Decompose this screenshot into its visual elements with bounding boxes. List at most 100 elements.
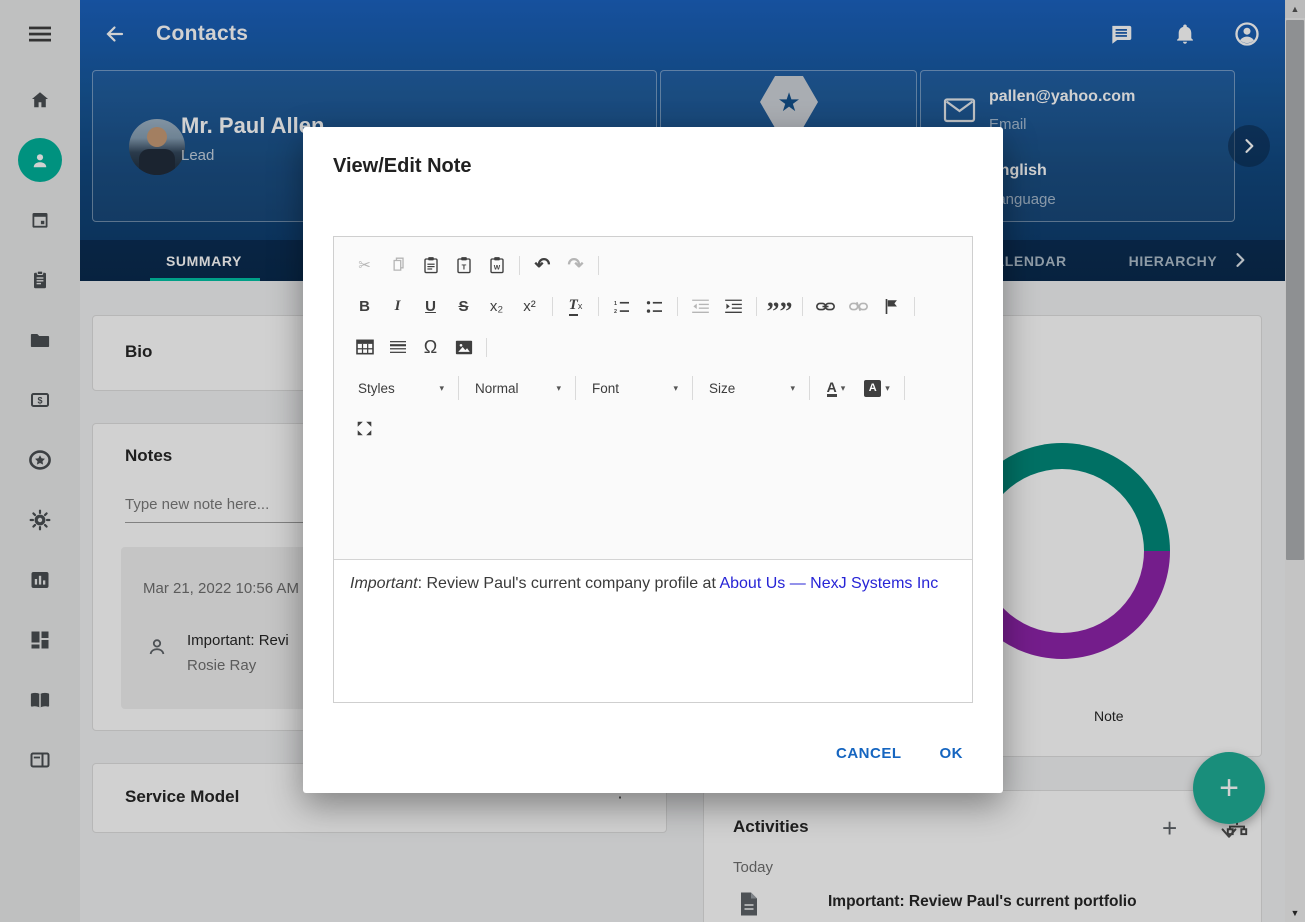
unlink-icon[interactable] bbox=[842, 292, 875, 320]
tab-summary[interactable]: SUMMARY bbox=[132, 240, 276, 281]
tab-summary-label: SUMMARY bbox=[166, 253, 242, 269]
star-badge-icon: ★ bbox=[760, 76, 818, 128]
styles-dropdown[interactable]: Styles▾ bbox=[348, 374, 452, 402]
note-author-icon bbox=[145, 635, 169, 664]
app-sidebar: $ bbox=[0, 0, 80, 922]
svg-text:2: 2 bbox=[614, 309, 617, 314]
notes-title: Notes bbox=[125, 446, 172, 466]
bold-icon[interactable]: B bbox=[348, 292, 381, 320]
scroll-up-button[interactable]: ▲ bbox=[1285, 0, 1305, 18]
account-circle-icon[interactable] bbox=[1223, 20, 1271, 48]
chevron-down-icon: ▾ bbox=[790, 383, 795, 394]
strikethrough-icon[interactable]: S bbox=[447, 292, 480, 320]
sidebar-item-tasks[interactable] bbox=[0, 256, 80, 304]
tab-hierarchy[interactable]: HIERARCHY bbox=[1113, 240, 1233, 281]
svg-text:T: T bbox=[461, 262, 466, 271]
vertical-scrollbar[interactable]: ▲ ▼ bbox=[1285, 0, 1305, 922]
text-color-button[interactable]: A▾ bbox=[816, 374, 856, 402]
redo-icon[interactable]: ↷ bbox=[559, 251, 592, 279]
maximize-icon[interactable] bbox=[348, 414, 381, 442]
superscript-icon[interactable]: x² bbox=[513, 292, 546, 320]
bulleted-list-icon[interactable] bbox=[638, 292, 671, 320]
horizontal-rule-icon[interactable] bbox=[381, 333, 414, 361]
svg-text:1: 1 bbox=[614, 300, 617, 306]
chevron-down-icon: ▾ bbox=[556, 383, 561, 394]
note-text: Important: Revi bbox=[187, 632, 289, 649]
add-activity-icon[interactable]: + bbox=[1162, 813, 1177, 844]
fab-collapse-chevron-icon[interactable] bbox=[1218, 826, 1240, 847]
tabs-overflow-chevron-icon[interactable] bbox=[1230, 250, 1250, 275]
contacts-active-indicator bbox=[18, 138, 62, 182]
outdent-icon[interactable] bbox=[684, 292, 717, 320]
note-author: Rosie Ray bbox=[187, 657, 256, 674]
link-icon[interactable] bbox=[809, 292, 842, 320]
numbered-list-icon[interactable]: 12 bbox=[605, 292, 638, 320]
cut-icon[interactable]: ✂ bbox=[348, 251, 381, 279]
view-edit-note-dialog: View/Edit Note ✂ T W ↶ ↷ bbox=[303, 127, 1003, 793]
activity-item-title[interactable]: Important: Review Paul's current portfol… bbox=[828, 893, 1137, 911]
sidebar-item-home[interactable] bbox=[0, 76, 80, 124]
svg-text:$: $ bbox=[37, 395, 42, 405]
image-icon[interactable] bbox=[447, 333, 480, 361]
sidebar-item-calendar[interactable] bbox=[0, 196, 80, 244]
star-glyph: ★ bbox=[777, 87, 800, 118]
activities-card: Activities + Today Important: Review Pau… bbox=[703, 790, 1262, 922]
hero-next-button[interactable] bbox=[1228, 125, 1270, 167]
note-editor-content[interactable]: Important: Review Paul's current company… bbox=[334, 561, 972, 703]
note-link[interactable]: About Us — NexJ Systems Inc bbox=[719, 575, 938, 592]
paste-word-icon[interactable]: W bbox=[480, 251, 513, 279]
sidebar-item-settings[interactable] bbox=[0, 496, 80, 544]
paragraph-format-dropdown[interactable]: Normal▾ bbox=[465, 374, 569, 402]
contact-avatar[interactable] bbox=[129, 119, 185, 175]
sidebar-item-accounts[interactable] bbox=[0, 736, 80, 784]
background-color-button[interactable]: A▾ bbox=[856, 374, 898, 402]
chart-legend-note: Note bbox=[1094, 708, 1124, 724]
anchor-flag-icon[interactable] bbox=[875, 292, 908, 320]
sidebar-item-dashboard[interactable] bbox=[0, 616, 80, 664]
back-arrow-icon[interactable] bbox=[92, 12, 138, 56]
special-char-icon[interactable]: Ω bbox=[414, 333, 447, 361]
indent-icon[interactable] bbox=[717, 292, 750, 320]
activities-title: Activities bbox=[733, 817, 809, 837]
size-dropdown[interactable]: Size▾ bbox=[699, 374, 803, 402]
scrollbar-thumb[interactable] bbox=[1286, 20, 1304, 560]
italic-icon[interactable]: I bbox=[381, 292, 414, 320]
sidebar-item-favorites[interactable] bbox=[0, 436, 80, 484]
undo-icon[interactable]: ↶ bbox=[526, 251, 559, 279]
copy-icon[interactable] bbox=[381, 251, 414, 279]
bio-title: Bio bbox=[125, 342, 152, 362]
sidebar-item-billing[interactable]: $ bbox=[0, 376, 80, 424]
page-title: Contacts bbox=[156, 22, 248, 46]
bell-icon[interactable] bbox=[1161, 21, 1209, 47]
chat-icon[interactable] bbox=[1097, 21, 1145, 47]
service-model-title: Service Model bbox=[125, 787, 239, 807]
activities-group-label: Today bbox=[733, 859, 773, 876]
ok-button[interactable]: OK bbox=[940, 745, 964, 762]
remove-format-icon[interactable]: Tx bbox=[559, 292, 592, 320]
table-icon[interactable] bbox=[348, 333, 381, 361]
editor-toolbar: ✂ T W ↶ ↷ B I bbox=[334, 237, 972, 560]
note-italic-word: Important bbox=[350, 575, 418, 592]
sidebar-item-reports[interactable] bbox=[0, 556, 80, 604]
cancel-button[interactable]: CANCEL bbox=[836, 745, 902, 762]
active-tab-underline bbox=[150, 278, 260, 281]
sidebar-item-directory[interactable] bbox=[0, 676, 80, 724]
underline-icon[interactable]: U bbox=[414, 292, 447, 320]
subscript-icon[interactable]: x₂ bbox=[480, 292, 513, 320]
chevron-down-icon: ▾ bbox=[439, 383, 444, 394]
blockquote-icon[interactable]: ”” bbox=[763, 292, 796, 320]
envelope-icon bbox=[943, 97, 976, 129]
sidebar-item-documents[interactable] bbox=[0, 316, 80, 364]
note-date: Mar 21, 2022 10:56 AM bbox=[143, 580, 299, 597]
scroll-down-button[interactable]: ▼ bbox=[1285, 904, 1305, 922]
tab-hierarchy-label: HIERARCHY bbox=[1129, 253, 1218, 269]
paste-icon[interactable] bbox=[414, 251, 447, 279]
chevron-right-icon bbox=[1239, 136, 1259, 156]
paste-text-icon[interactable]: T bbox=[447, 251, 480, 279]
sidebar-item-contacts[interactable] bbox=[0, 136, 80, 184]
fab-add-button[interactable]: + bbox=[1193, 752, 1265, 824]
chevron-down-icon: ▾ bbox=[673, 383, 678, 394]
font-dropdown[interactable]: Font▾ bbox=[582, 374, 686, 402]
hamburger-menu-icon[interactable] bbox=[0, 10, 80, 58]
rich-text-editor: ✂ T W ↶ ↷ B I bbox=[333, 236, 973, 703]
